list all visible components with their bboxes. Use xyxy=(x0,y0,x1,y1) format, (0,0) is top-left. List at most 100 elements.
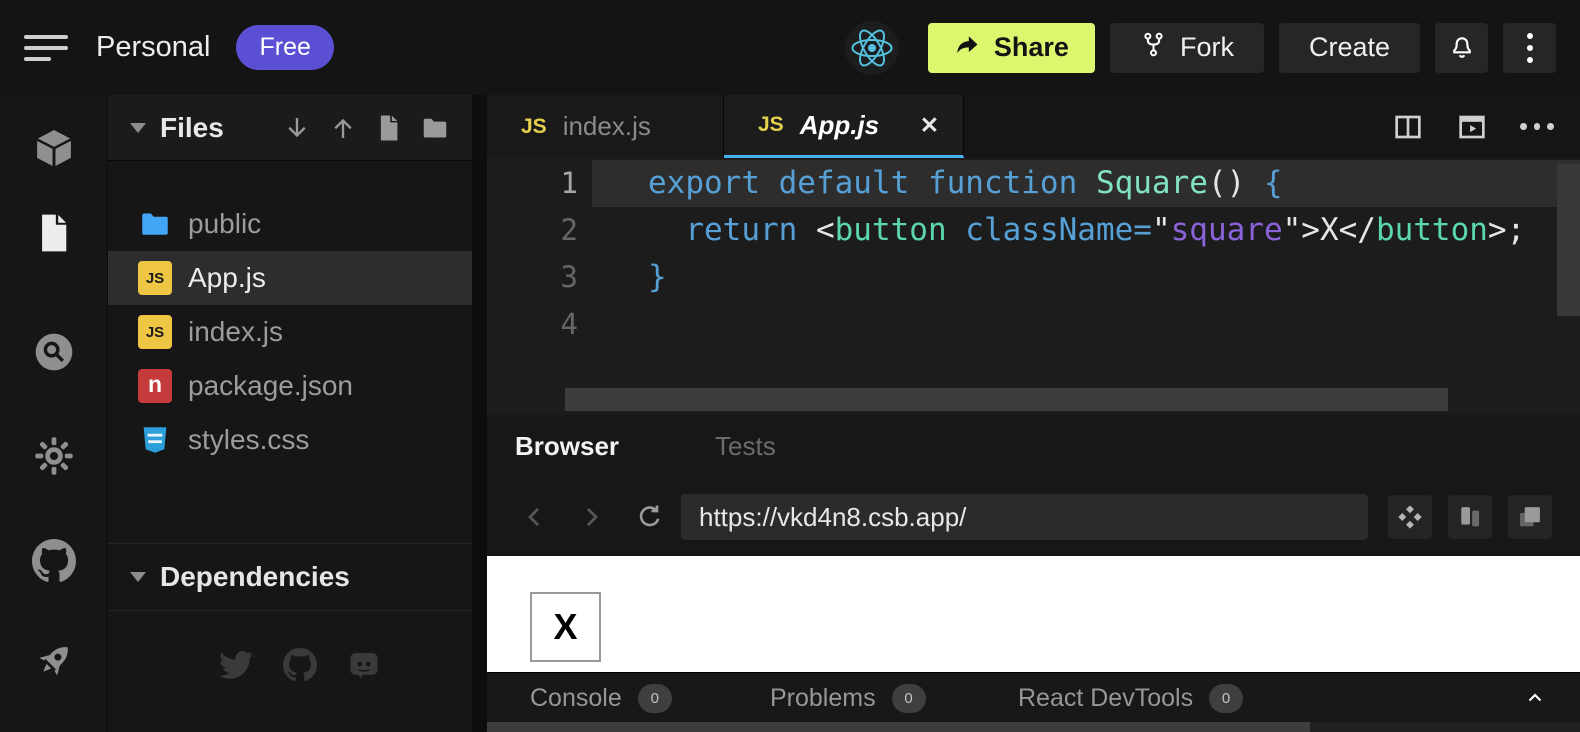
new-folder-icon xyxy=(420,113,450,143)
rendered-app-preview: X xyxy=(487,556,1580,672)
download-sandbox-button[interactable] xyxy=(274,106,320,150)
new-file-button[interactable] xyxy=(366,106,412,150)
file-name: index.js xyxy=(188,316,283,348)
split-editor-icon[interactable] xyxy=(1392,110,1426,144)
responsive-mode-icon[interactable] xyxy=(1448,495,1492,539)
discord-icon[interactable] xyxy=(347,648,381,682)
notifications-button[interactable] xyxy=(1435,23,1488,73)
file-row-public[interactable]: public xyxy=(108,197,472,251)
bell-icon xyxy=(1447,31,1477,64)
fork-icon xyxy=(1140,31,1167,65)
expand-panel-chevron-icon[interactable] xyxy=(1522,686,1548,712)
file-name: public xyxy=(188,208,261,240)
code-text: export default function Square() { xyxy=(592,160,1580,207)
fork-button[interactable]: Fork xyxy=(1110,23,1264,73)
npm-file-icon: n xyxy=(138,369,172,403)
code-text xyxy=(592,301,1580,348)
top-bar: Personal Free Share Fork xyxy=(0,0,1580,95)
social-links xyxy=(108,648,472,682)
search-icon[interactable] xyxy=(32,330,76,374)
problems-tab[interactable]: Problems 0 xyxy=(770,673,926,723)
editor-tab-bar: JS index.js JS App.js ✕ xyxy=(487,95,1580,158)
code-editor: JS index.js JS App.js ✕ 1 export default… xyxy=(487,95,1580,415)
line-number: 4 xyxy=(487,301,592,348)
preview-pane: Browser Tests xyxy=(487,415,1580,732)
count-badge: 0 xyxy=(892,684,926,713)
vertical-scrollbar[interactable] xyxy=(1557,164,1580,316)
close-icon[interactable]: ✕ xyxy=(920,112,939,139)
github-icon[interactable] xyxy=(283,648,317,682)
code-line: 3 } xyxy=(487,254,1580,301)
file-row-packagejson[interactable]: n package.json xyxy=(108,359,472,413)
code-text: } xyxy=(592,254,1580,301)
file-row-stylescss[interactable]: styles.css xyxy=(108,413,472,467)
bottom-scroll-track xyxy=(487,722,1580,732)
workspace-name[interactable]: Personal xyxy=(96,31,210,64)
tab-tests[interactable]: Tests xyxy=(715,431,776,462)
more-options-button[interactable] xyxy=(1503,23,1556,73)
kebab-menu-icon xyxy=(1527,33,1533,63)
file-row-indexjs[interactable]: JS index.js xyxy=(108,305,472,359)
square-app-button[interactable]: X xyxy=(530,592,601,662)
count-badge: 0 xyxy=(638,684,672,713)
refresh-icon[interactable] xyxy=(619,492,681,542)
share-icon xyxy=(954,31,981,65)
dependencies-section-title: Dependencies xyxy=(160,561,350,593)
code-line: 4 xyxy=(487,301,1580,348)
javascript-badge-icon: JS xyxy=(758,113,784,137)
javascript-badge-icon: JS xyxy=(521,115,547,139)
open-preview-icon[interactable] xyxy=(1456,110,1490,144)
preview-settings-icon[interactable] xyxy=(1388,495,1432,539)
chevron-down-icon[interactable] xyxy=(130,572,146,582)
chevron-down-icon[interactable] xyxy=(130,123,146,133)
file-row-appjs[interactable]: JS App.js xyxy=(108,251,472,305)
explorer-file-icon[interactable] xyxy=(32,211,76,255)
code-editing-area[interactable]: 1 export default function Square() { 2 r… xyxy=(487,158,1580,415)
share-button[interactable]: Share xyxy=(928,23,1095,73)
react-logo-icon xyxy=(845,21,899,75)
new-file-icon xyxy=(374,113,404,143)
code-line: 1 export default function Square() { xyxy=(487,160,1580,207)
url-input[interactable] xyxy=(681,494,1368,540)
plan-badge: Free xyxy=(236,25,333,70)
code-text: return <button className="square">X</but… xyxy=(592,207,1580,254)
console-tab[interactable]: Console 0 xyxy=(530,673,672,723)
file-name: package.json xyxy=(188,370,353,402)
upload-files-button[interactable] xyxy=(320,106,366,150)
new-folder-button[interactable] xyxy=(412,106,458,150)
tab-appjs[interactable]: JS App.js ✕ xyxy=(724,95,964,158)
code-line: 2 return <button className="square">X</b… xyxy=(487,207,1580,254)
editor-more-icon[interactable] xyxy=(1520,110,1554,144)
file-explorer-panel: Files public JS App.js xyxy=(108,95,472,732)
folder-icon xyxy=(138,207,172,241)
deploy-rocket-icon[interactable] xyxy=(32,639,76,683)
settings-gear-icon[interactable] xyxy=(32,434,76,478)
file-list: public JS App.js JS index.js n package.j… xyxy=(108,161,472,467)
horizontal-scrollbar[interactable] xyxy=(565,388,1448,411)
file-name: App.js xyxy=(188,262,266,294)
css-file-icon xyxy=(138,423,172,457)
devtools-status-bar: Console 0 Problems 0 React DevTools 0 xyxy=(487,672,1580,722)
tab-browser[interactable]: Browser xyxy=(515,431,619,462)
files-section-title: Files xyxy=(160,112,224,144)
line-number: 3 xyxy=(487,254,592,301)
forward-icon[interactable] xyxy=(563,492,619,542)
react-devtools-tab[interactable]: React DevTools 0 xyxy=(1018,673,1243,723)
create-button[interactable]: Create xyxy=(1279,23,1420,73)
twitter-icon[interactable] xyxy=(219,648,253,682)
files-section-header: Files xyxy=(108,95,472,161)
arrow-down-icon xyxy=(282,113,312,143)
open-new-window-icon[interactable] xyxy=(1508,495,1552,539)
line-number: 2 xyxy=(487,207,592,254)
javascript-file-icon: JS xyxy=(138,315,172,349)
tab-indexjs[interactable]: JS index.js xyxy=(487,95,724,158)
back-icon[interactable] xyxy=(507,492,563,542)
github-icon[interactable] xyxy=(32,539,76,583)
menu-icon[interactable] xyxy=(24,30,70,66)
javascript-file-icon: JS xyxy=(138,261,172,295)
count-badge: 0 xyxy=(1209,684,1243,713)
browser-nav-bar xyxy=(487,478,1580,556)
sandbox-cube-icon[interactable] xyxy=(32,126,76,170)
bottom-scrollbar[interactable] xyxy=(487,722,1310,732)
preview-tab-bar: Browser Tests xyxy=(487,415,1580,478)
